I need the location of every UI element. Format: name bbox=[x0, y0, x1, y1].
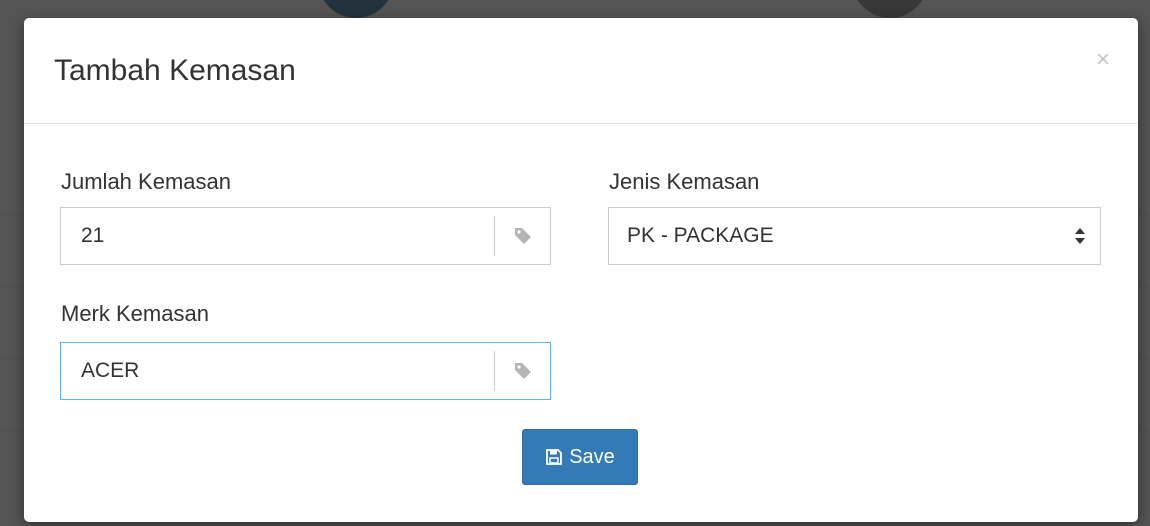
jumlah-kemasan-group bbox=[60, 207, 551, 265]
merk-kemasan-label: Merk Kemasan bbox=[61, 301, 209, 326]
jumlah-kemasan-label: Jumlah Kemasan bbox=[61, 169, 231, 194]
jenis-kemasan-label: Jenis Kemasan bbox=[609, 169, 760, 194]
sort-caret-icon bbox=[1060, 226, 1100, 246]
jenis-kemasan-selected: PK - PACKAGE bbox=[627, 224, 774, 247]
merk-kemasan-input[interactable] bbox=[61, 343, 494, 399]
tag-icon bbox=[514, 363, 531, 379]
merk-kemasan-addon bbox=[494, 351, 550, 391]
close-icon[interactable]: × bbox=[1096, 48, 1110, 72]
jenis-kemasan-select[interactable]: PK - PACKAGE bbox=[608, 207, 1101, 265]
floppy-disk-icon bbox=[546, 449, 563, 465]
modal-header: Tambah Kemasan × bbox=[24, 18, 1138, 124]
add-packaging-modal: Tambah Kemasan × Jumlah Kemasan Jenis Ke… bbox=[24, 18, 1138, 522]
jumlah-kemasan-input[interactable] bbox=[61, 208, 494, 264]
modal-title: Tambah Kemasan bbox=[54, 54, 296, 87]
save-button-label: Save bbox=[569, 445, 615, 468]
tag-icon bbox=[514, 228, 531, 244]
jumlah-kemasan-addon bbox=[494, 216, 550, 256]
save-button[interactable]: Save bbox=[522, 429, 638, 485]
merk-kemasan-group bbox=[60, 342, 551, 400]
